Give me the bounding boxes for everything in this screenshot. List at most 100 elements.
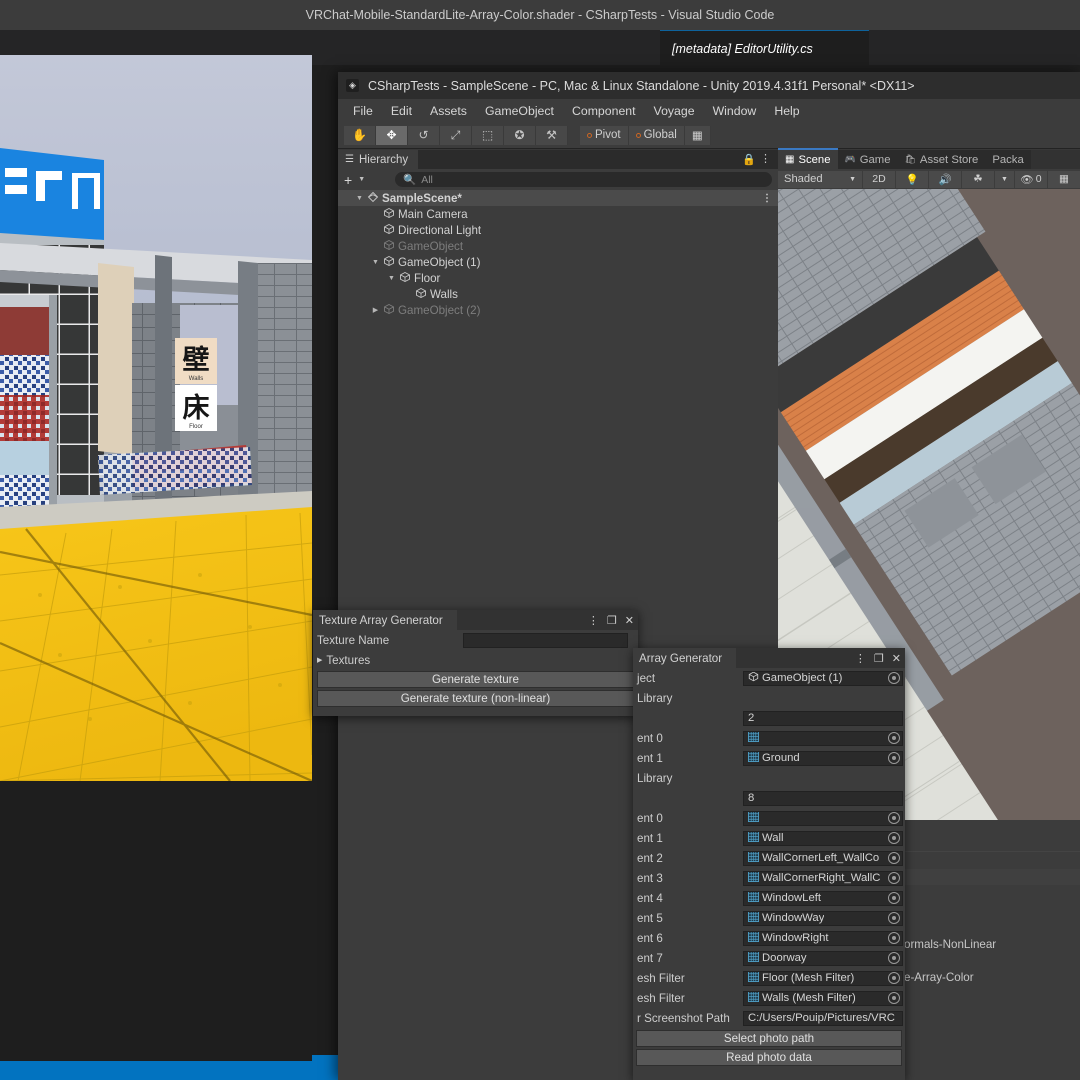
hierarchy-item-main-camera[interactable]: ▶ Main Camera xyxy=(338,206,778,222)
toggle-audio-button[interactable]: 🔊 xyxy=(929,170,961,188)
object-picker-icon[interactable] xyxy=(888,812,900,824)
grid-snap-button[interactable]: ▦ xyxy=(684,125,711,145)
tab-game[interactable]: 🎮 Game xyxy=(837,150,898,169)
textures-foldout[interactable]: ▶ Textures xyxy=(313,654,370,667)
textures-foldout-row[interactable]: ▶ Textures xyxy=(313,651,638,669)
menu-voyage[interactable]: Voyage xyxy=(645,104,704,118)
ag-text-field[interactable]: 2 xyxy=(743,710,903,726)
object-picker-icon[interactable] xyxy=(888,912,900,924)
object-picker-icon[interactable] xyxy=(888,832,900,844)
ag-object-field[interactable]: Ground xyxy=(743,750,903,766)
hierarchy-item-directional-light[interactable]: ▶ Directional Light xyxy=(338,222,778,238)
texture-name-input[interactable] xyxy=(463,633,628,648)
menu-edit[interactable]: Edit xyxy=(382,104,421,118)
ag-object-field[interactable]: Walls (Mesh Filter) xyxy=(743,990,903,1006)
hand-tool-button[interactable]: ✋ xyxy=(344,125,376,145)
ag-object-field[interactable]: WallCornerRight_WallC xyxy=(743,870,903,886)
menu-window[interactable]: Window xyxy=(704,104,766,118)
chevron-down-icon[interactable]: ▼ xyxy=(355,195,364,202)
select-photo-path-button[interactable]: Select photo path xyxy=(636,1030,902,1047)
hierarchy-search-input[interactable]: 🔍 All xyxy=(395,172,772,187)
hierarchy-item-walls[interactable]: ▶ Walls xyxy=(338,286,778,302)
panel-menu-icon[interactable]: ⋮ xyxy=(855,652,866,665)
object-picker-icon[interactable] xyxy=(888,972,900,984)
lock-icon[interactable]: 🔒 xyxy=(742,153,756,166)
maximize-icon[interactable]: ❐ xyxy=(607,614,617,627)
ag-object-field[interactable]: WallCornerLeft_WallCo xyxy=(743,850,903,866)
ag-object-field[interactable]: WindowLeft xyxy=(743,890,903,906)
hierarchy-item-gameobject-1[interactable]: ▼ GameObject (1) xyxy=(338,254,778,270)
hierarchy-item-gameobject-2[interactable]: ▶ GameObject (2) xyxy=(338,302,778,318)
rect-tool-button[interactable]: ⬚ xyxy=(472,125,504,145)
object-picker-icon[interactable] xyxy=(888,852,900,864)
chevron-right-icon[interactable]: ▶ xyxy=(371,242,380,250)
scene-context-menu-icon[interactable]: ⋮ xyxy=(762,193,778,204)
ag-object-field[interactable]: Wall xyxy=(743,830,903,846)
panel-menu-icon[interactable]: ⋮ xyxy=(760,152,771,165)
object-picker-icon[interactable] xyxy=(888,732,900,744)
chevron-down-icon[interactable]: ▼ xyxy=(371,259,380,266)
ag-text-field[interactable]: C:/Users/Pouip/Pictures/VRC xyxy=(743,1010,903,1026)
object-picker-icon[interactable] xyxy=(888,672,900,684)
ag-object-field[interactable]: Doorway xyxy=(743,950,903,966)
tab-asset-store[interactable]: 🛍 Asset Store xyxy=(897,150,986,169)
add-object-button[interactable]: + xyxy=(344,173,352,187)
ag-object-field[interactable]: GameObject (1) xyxy=(743,670,903,686)
generate-texture-button[interactable]: Generate texture xyxy=(317,671,634,688)
toggle-lighting-button[interactable]: 💡 xyxy=(896,170,928,188)
toggle-effects-button[interactable]: ☘ xyxy=(962,170,994,188)
move-tool-button[interactable]: ✥ xyxy=(376,125,408,145)
object-picker-icon[interactable] xyxy=(888,952,900,964)
vscode-tab-editorutility[interactable]: [metadata] EditorUtility.cs xyxy=(660,30,869,66)
menu-assets[interactable]: Assets xyxy=(421,104,476,118)
menu-component[interactable]: Component xyxy=(563,104,645,118)
maximize-icon[interactable]: ❐ xyxy=(874,652,884,665)
transform-tool-button[interactable]: ✪ xyxy=(504,125,536,145)
generate-texture-nonlinear-button[interactable]: Generate texture (non-linear) xyxy=(317,690,634,707)
global-toggle-button[interactable]: Global xyxy=(628,125,685,145)
hierarchy-item-samplescene[interactable]: ▼ SampleScene* ⋮ xyxy=(338,190,778,206)
panel-menu-icon[interactable]: ⋮ xyxy=(588,614,599,627)
tab-hierarchy[interactable]: ☰ Hierarchy xyxy=(338,150,419,169)
tab-scene[interactable]: ▦ Scene xyxy=(778,148,838,169)
chevron-right-icon[interactable]: ▶ xyxy=(403,290,412,298)
tab-package-manager[interactable]: Packa xyxy=(985,150,1031,169)
hidden-objects-button[interactable]: 👁 0 xyxy=(1015,170,1047,188)
chevron-right-icon[interactable]: ▶ xyxy=(371,226,380,234)
draw-mode-dropdown[interactable]: Shaded ▼ xyxy=(778,170,862,188)
close-icon[interactable]: ✕ xyxy=(892,652,901,665)
hierarchy-item-gameobject[interactable]: ▶ GameObject xyxy=(338,238,778,254)
menu-help[interactable]: Help xyxy=(765,104,808,118)
hierarchy-item-floor[interactable]: ▼ Floor xyxy=(338,270,778,286)
ag-field-value: 2 xyxy=(748,712,755,724)
scale-tool-button[interactable]: ⤢ xyxy=(440,125,472,145)
object-picker-icon[interactable] xyxy=(888,932,900,944)
chevron-right-icon[interactable]: ▶ xyxy=(371,306,380,314)
chevron-down-icon[interactable]: ▼ xyxy=(387,275,396,282)
tag-window-tab[interactable]: Texture Array Generator xyxy=(313,610,457,630)
custom-tool-button[interactable]: ⚒ xyxy=(536,125,568,145)
ag-object-field[interactable] xyxy=(743,810,903,826)
ag-object-field[interactable]: WindowRight xyxy=(743,930,903,946)
object-picker-icon[interactable] xyxy=(888,892,900,904)
object-picker-icon[interactable] xyxy=(888,752,900,764)
ag-object-field[interactable]: WindowWay xyxy=(743,910,903,926)
ag-object-field[interactable]: Floor (Mesh Filter) xyxy=(743,970,903,986)
toggle-2d-button[interactable]: 2D xyxy=(863,170,895,188)
chevron-down-icon[interactable]: ▼ xyxy=(358,176,365,183)
chevron-right-icon[interactable]: ▶ xyxy=(371,210,380,218)
menu-file[interactable]: File xyxy=(344,104,382,118)
object-picker-icon[interactable] xyxy=(888,992,900,1004)
hierarchy-item-label: Directional Light xyxy=(398,223,482,237)
pivot-toggle-button[interactable]: Pivot xyxy=(580,125,629,145)
effects-dropdown[interactable]: ▼ xyxy=(995,170,1014,188)
ag-text-field[interactable]: 8 xyxy=(743,790,903,806)
close-icon[interactable]: ✕ xyxy=(625,614,634,627)
object-picker-icon[interactable] xyxy=(888,872,900,884)
menu-gameobject[interactable]: GameObject xyxy=(476,104,563,118)
ag-window-tab[interactable]: Array Generator xyxy=(633,648,737,668)
ag-object-field[interactable] xyxy=(743,730,903,746)
scene-grid-button[interactable]: ▦ xyxy=(1048,170,1080,188)
read-photo-data-button[interactable]: Read photo data xyxy=(636,1049,902,1066)
rotate-tool-button[interactable]: ↺ xyxy=(408,125,440,145)
